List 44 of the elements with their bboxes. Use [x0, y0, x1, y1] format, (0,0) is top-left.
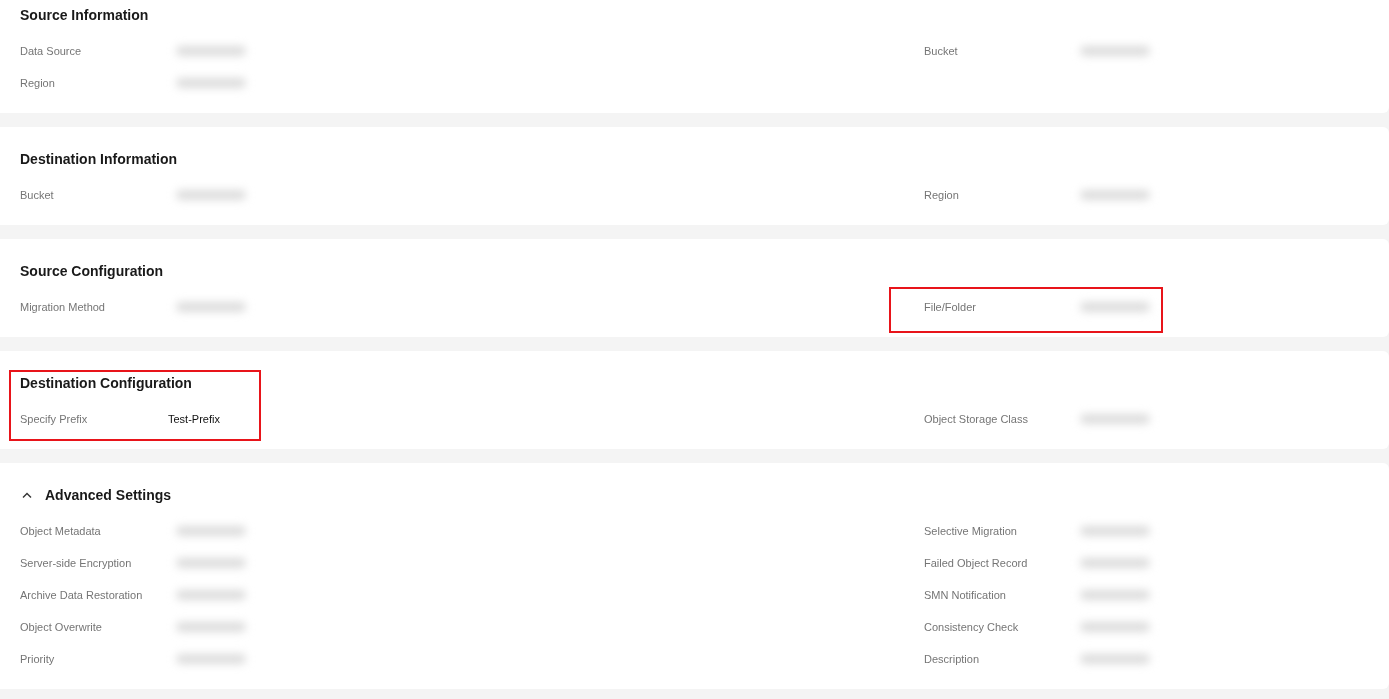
blurred-value [176, 302, 246, 312]
blurred-value [1080, 46, 1150, 56]
field-label: Region [20, 77, 56, 89]
blurred-value [1080, 414, 1150, 424]
blurred-value [176, 622, 246, 632]
field-label: Priority [20, 653, 56, 665]
field-label: Bucket [20, 189, 55, 201]
field-value: Test-Prefix [168, 413, 220, 425]
blurred-value [176, 78, 246, 88]
blurred-value [1080, 302, 1150, 312]
section-title: Advanced Settings [45, 487, 172, 503]
blurred-value [176, 590, 246, 600]
blurred-value [1080, 622, 1150, 632]
section-title: Source Information [20, 7, 149, 23]
field-label: Server-side Encryption [20, 557, 133, 569]
blurred-value [1080, 190, 1150, 200]
caret-icon[interactable] [22, 492, 32, 498]
blurred-value [1080, 526, 1150, 536]
field-label: Consistency Check [924, 621, 1020, 633]
field-label: Failed Object Record [924, 557, 1029, 569]
blurred-value [1080, 590, 1150, 600]
blurred-value [176, 526, 246, 536]
field-label: Region [924, 189, 960, 201]
field-label: Migration Method [20, 301, 106, 313]
section-title: Destination Configuration [20, 375, 192, 391]
field-label: Archive Data Restoration [20, 589, 144, 601]
section-title: Destination Information [20, 151, 178, 167]
field-label: Object Metadata [20, 525, 102, 537]
field-label: Object Overwrite [20, 621, 103, 633]
blurred-value [176, 654, 246, 664]
section-title: Source Configuration [20, 263, 164, 279]
field-label: Bucket [924, 45, 959, 57]
field-label: Object Storage Class [924, 413, 1029, 425]
blurred-value [1080, 654, 1150, 664]
field-label: Specify Prefix [20, 413, 89, 425]
field-label: SMN Notification [924, 589, 1007, 601]
field-label: Data Source [20, 45, 83, 57]
blurred-value [1080, 558, 1150, 568]
blurred-value [176, 46, 246, 56]
field-label: Description [924, 653, 981, 665]
blurred-value [176, 190, 246, 200]
field-label: File/Folder [924, 301, 977, 313]
field-label: Selective Migration [924, 525, 1018, 537]
blurred-value [176, 558, 246, 568]
